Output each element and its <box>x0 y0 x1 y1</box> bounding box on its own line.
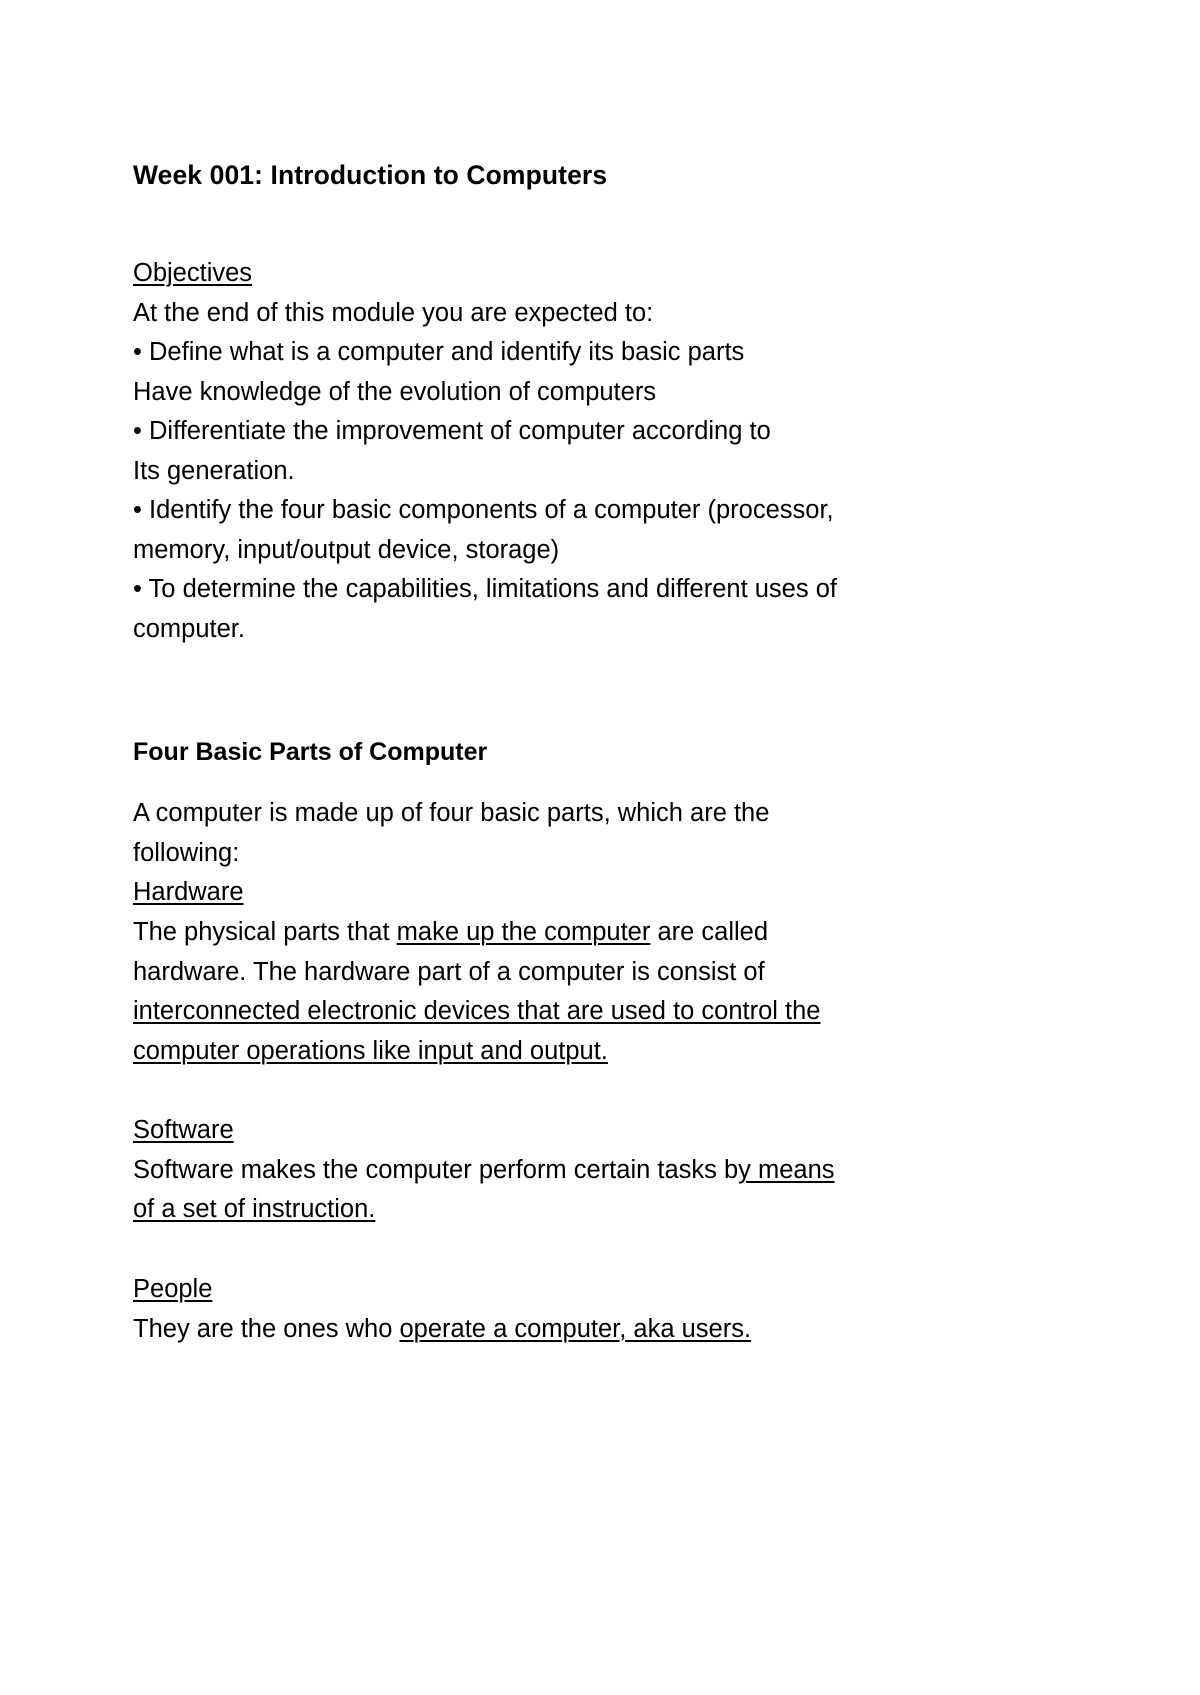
objectives-section: Objectives At the end of this module you… <box>133 254 1070 649</box>
four-parts-intro-line: A computer is made up of four basic part… <box>133 799 770 828</box>
part-hardware: Hardware The physical parts that make up… <box>133 873 1070 1071</box>
objectives-item: memory, input/output device, storage) <box>133 535 560 564</box>
four-parts-intro-line: following: <box>133 838 240 867</box>
four-basic-parts-section: Four Basic Parts of Computer A computer … <box>133 737 1070 1349</box>
people-heading-wrap: People <box>133 1270 1070 1310</box>
people-line-1: They are the ones who operate a computer… <box>133 1310 1070 1350</box>
hardware-line-4: computer operations like input and outpu… <box>133 1032 1070 1072</box>
objectives-intro: At the end of this module you are expect… <box>133 298 654 327</box>
hardware-line-4-underlined: computer operations like input and outpu… <box>133 1036 608 1065</box>
hardware-line-3: interconnected electronic devices that a… <box>133 992 1070 1032</box>
objectives-heading-wrap: Objectives <box>133 254 1070 294</box>
hardware-line-2: hardware. The hardware part of a compute… <box>133 957 765 986</box>
people-line-1-plain-a: They are the ones who <box>133 1314 400 1343</box>
software-heading-wrap: Software <box>133 1111 1070 1151</box>
part-software: Software Software makes the computer per… <box>133 1111 1070 1230</box>
objectives-heading: Objectives <box>133 258 253 287</box>
hardware-line-1-plain-a: The physical parts that <box>133 918 397 947</box>
hardware-line-1-underlined: make up the computer <box>396 918 651 947</box>
objectives-item: computer. <box>133 614 245 643</box>
hardware-line-1: The physical parts that make up the comp… <box>133 913 1070 953</box>
document-page: Week 001: Introduction to Computers Obje… <box>0 0 1200 1695</box>
objectives-item: • Define what is a computer and identify… <box>133 338 745 367</box>
software-line-2-underlined: of a set of instruction. <box>133 1195 376 1224</box>
objectives-item: • Differentiate the improvement of compu… <box>133 417 771 446</box>
hardware-line-3-underlined: interconnected electronic devices that a… <box>133 997 821 1026</box>
objectives-item: Its generation. <box>133 456 295 485</box>
people-heading: People <box>133 1274 213 1303</box>
objectives-item: • To determine the capabilities, limitat… <box>133 575 837 604</box>
software-line-1-underlined: y means <box>738 1155 835 1184</box>
hardware-heading: Hardware <box>133 878 244 907</box>
software-line-2: of a set of instruction. <box>133 1190 1070 1230</box>
page-title: Week 001: Introduction to Computers <box>133 160 608 190</box>
people-line-1-underlined: operate a computer, aka users. <box>399 1314 752 1343</box>
objectives-item: Have knowledge of the evolution of compu… <box>133 377 657 406</box>
objectives-item: • Identify the four basic components of … <box>133 496 834 525</box>
software-line-1: Software makes the computer perform cert… <box>133 1151 1070 1191</box>
hardware-line-1-plain-b: are called <box>650 918 769 947</box>
software-heading: Software <box>133 1116 234 1145</box>
part-people: People They are the ones who operate a c… <box>133 1270 1070 1349</box>
hardware-heading-wrap: Hardware <box>133 873 1070 913</box>
section-heading-four-basic-parts: Four Basic Parts of Computer <box>133 738 488 767</box>
software-line-1-plain-a: Software makes the computer perform cert… <box>133 1155 739 1184</box>
